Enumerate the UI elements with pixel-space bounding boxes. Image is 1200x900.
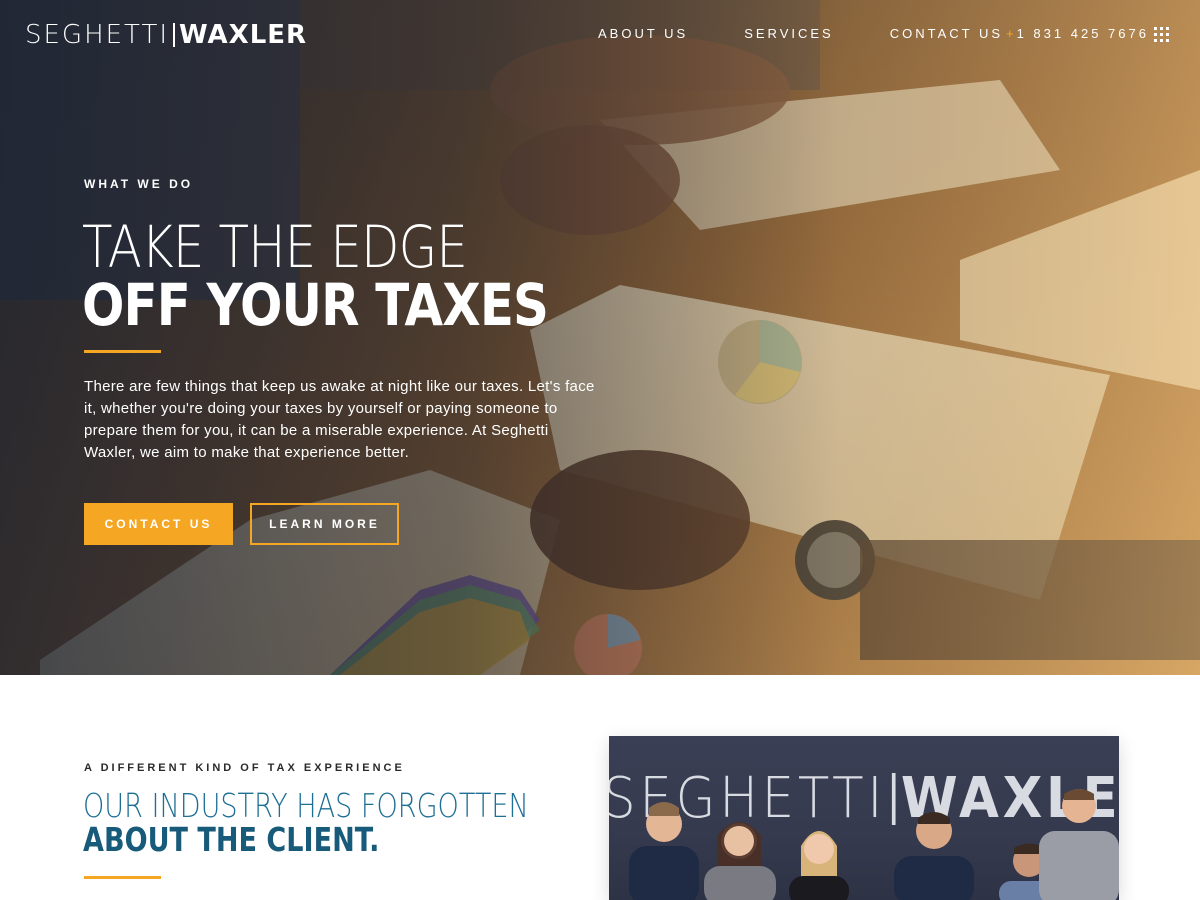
nav-link-about-us[interactable]: ABOUT US [598,26,688,41]
logo-name-bold: WAXLER [179,20,308,50]
hero-accent-rule [84,350,161,353]
phone-link[interactable]: +1 831 425 7676 [1006,26,1149,41]
grid-menu-icon[interactable] [1154,27,1169,42]
about-title-line1: OUR INDUSTRY HAS FORGOTTEN [83,786,529,825]
hero-headline: TAKE THE EDGE OFF YOUR TAXES [82,213,549,339]
about-eyebrow: A DIFFERENT KIND OF TAX EXPERIENCE [84,762,405,774]
team-members-illustration [629,789,1119,900]
about-section: A DIFFERENT KIND OF TAX EXPERIENCE OUR I… [0,675,1200,900]
logo-name-light: SEGHETTI [25,20,170,50]
hero-headline-line2: OFF YOUR TAXES [82,271,549,339]
nav-links: ABOUT US SERVICES CONTACT US [598,26,1059,41]
about-title-line2: ABOUT THE CLIENT. [83,820,380,859]
brand-logo[interactable]: SEGHETTI WAXLER [25,20,307,50]
nav-link-services[interactable]: SERVICES [744,26,834,41]
phone-plus-sign: + [1006,26,1017,41]
contact-us-button[interactable]: CONTACT US [84,503,233,545]
hero-section: SEGHETTI WAXLER ABOUT US SERVICES CONTAC… [0,0,1200,675]
top-navigation: SEGHETTI WAXLER ABOUT US SERVICES CONTAC… [0,0,1200,70]
team-photo: SEGHETTI WAXLER [609,736,1119,900]
about-accent-rule [84,876,161,879]
nav-link-contact-us[interactable]: CONTACT US [890,26,1003,41]
logo-divider [173,23,176,47]
hero-headline-line1: TAKE THE EDGE [82,213,468,281]
phone-number: 1 831 425 7676 [1016,26,1149,41]
hero-description: There are few things that keep us awake … [84,378,595,461]
hero-eyebrow: WHAT WE DO [84,177,194,191]
learn-more-button[interactable]: LEARN MORE [250,503,399,545]
about-title: OUR INDUSTRY HAS FORGOTTEN ABOUT THE CLI… [83,789,529,857]
